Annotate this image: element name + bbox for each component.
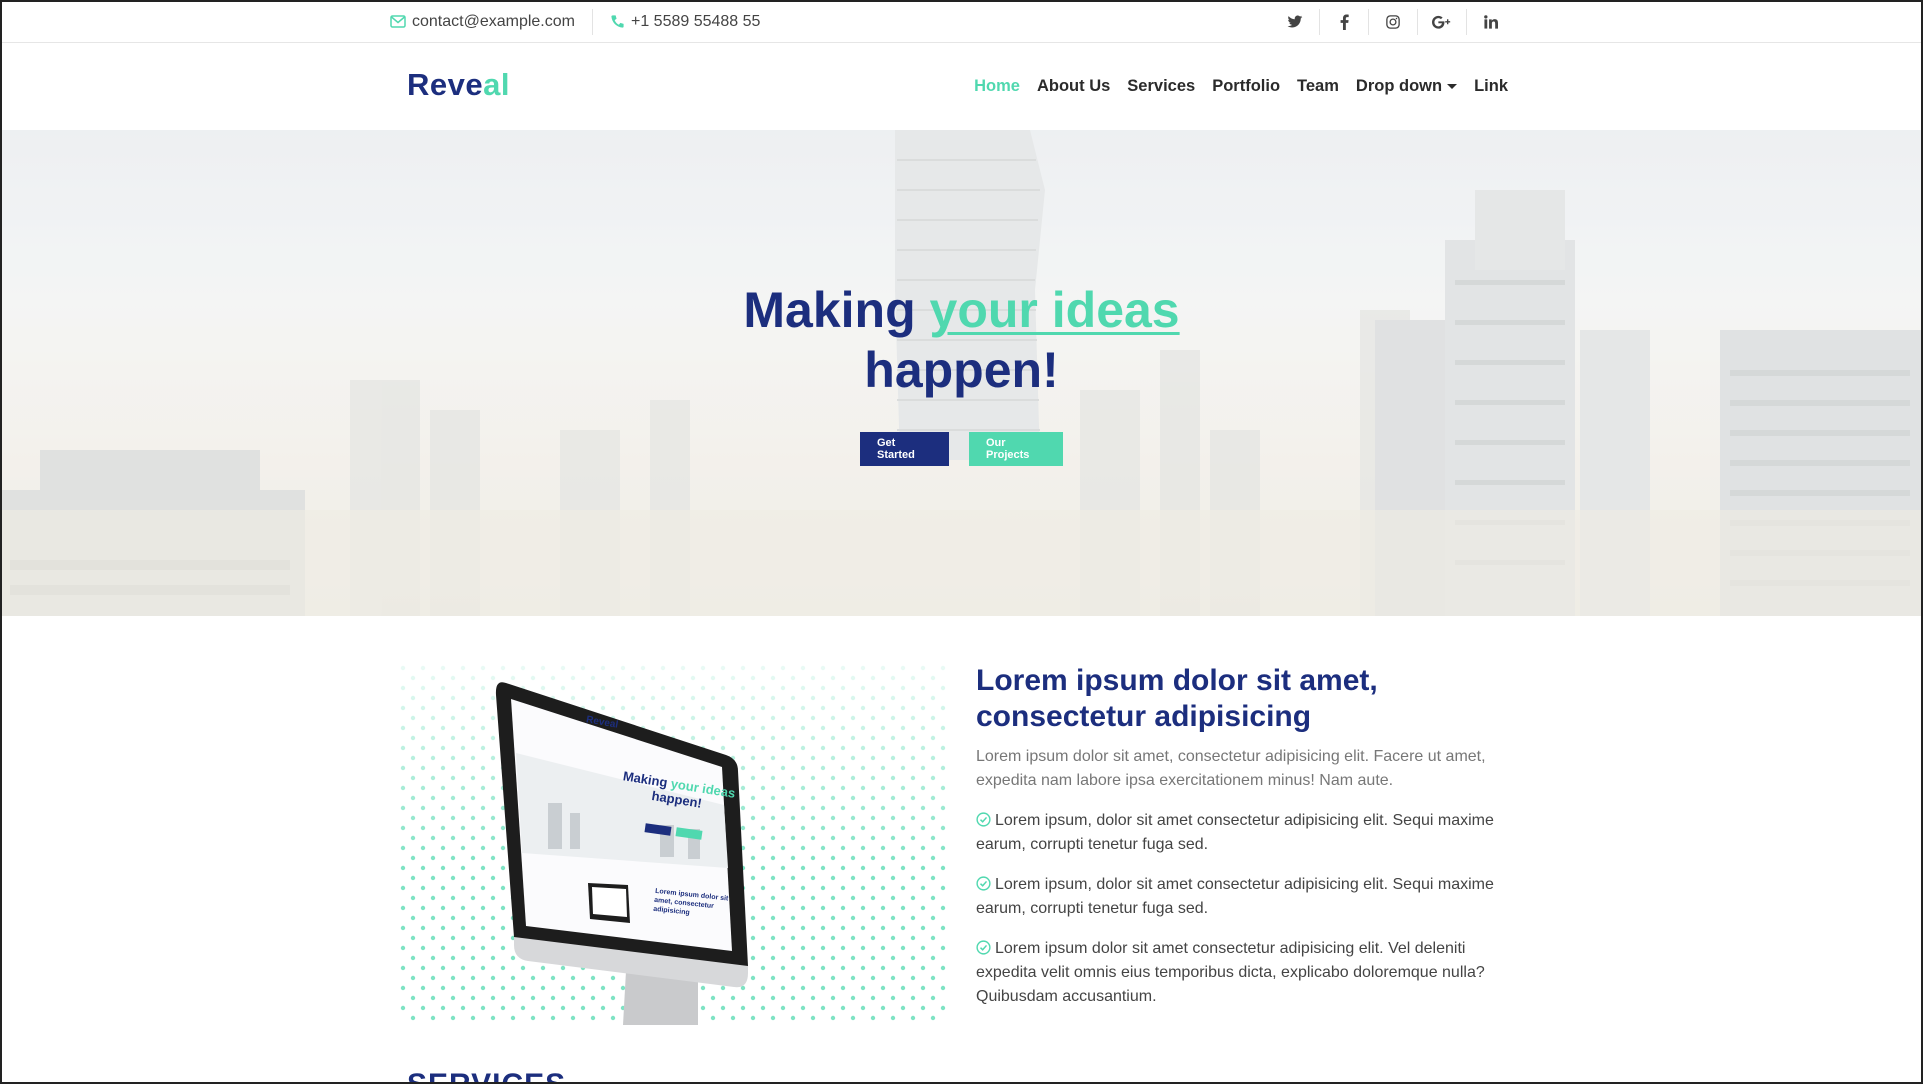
divider	[591, 8, 593, 35]
about-lead: Lorem ipsum dolor sit amet, consectetur …	[976, 748, 1486, 789]
services-heading: SERVICES	[407, 1068, 566, 1084]
hero-section: Making your ideas happen! Get Started Ou…	[0, 130, 1923, 616]
email-contact[interactable]: contact@example.com	[390, 13, 575, 31]
facebook-icon[interactable]	[1319, 8, 1368, 35]
list-item: Lorem ipsum dolor sit amet consectetur a…	[976, 937, 1506, 1009]
nav-home[interactable]: Home	[974, 77, 1020, 96]
about-feature-list: Lorem ipsum, dolor sit amet consectetur …	[976, 809, 1506, 1009]
nav-portfolio[interactable]: Portfolio	[1212, 77, 1280, 96]
nav-team[interactable]: Team	[1297, 77, 1339, 96]
list-item-text: Lorem ipsum, dolor sit amet consectetur …	[976, 812, 1494, 853]
envelope-icon	[390, 15, 406, 28]
check-circle-icon	[976, 940, 991, 955]
get-started-button[interactable]: Get Started	[860, 432, 949, 466]
list-item-text: Lorem ipsum dolor sit amet consectetur a…	[976, 940, 1485, 1005]
social-links	[1270, 0, 1515, 43]
twitter-icon[interactable]	[1270, 9, 1319, 35]
about-title: Lorem ipsum dolor sit amet, consectetur …	[976, 664, 1378, 733]
logo-main: Reve	[407, 67, 484, 102]
caret-down-icon	[1447, 84, 1458, 89]
nav-services[interactable]: Services	[1127, 77, 1195, 96]
nav-link[interactable]: Link	[1474, 77, 1508, 96]
site-logo[interactable]: Reveal	[407, 67, 510, 103]
site-header: Reveal Home About Us Services Portfolio …	[0, 43, 1923, 130]
phone-contact[interactable]: +1 5589 55488 55	[610, 13, 760, 31]
list-item-text: Lorem ipsum, dolor sit amet consectetur …	[976, 876, 1494, 917]
about-image: Reveal Making your ideas happen! Lorem i…	[398, 663, 950, 1025]
hero-buttons: Get Started Our Projects	[0, 432, 1923, 466]
about-content: Lorem ipsum dolor sit amet, consectetur …	[976, 663, 1506, 1025]
linkedin-icon[interactable]	[1466, 8, 1515, 35]
phone-text: +1 5589 55488 55	[630, 12, 761, 30]
list-item: Lorem ipsum, dolor sit amet consectetur …	[976, 809, 1506, 857]
phone-icon	[611, 15, 624, 28]
our-projects-button[interactable]: Our Projects	[969, 432, 1063, 466]
main-nav: Home About Us Services Portfolio Team Dr…	[957, 43, 1508, 130]
nav-dropdown-label: Drop down	[1355, 77, 1443, 95]
check-circle-icon	[976, 876, 991, 891]
hero-title-part1: Making	[743, 282, 930, 338]
logo-accent: al	[483, 67, 510, 102]
hero-title-highlight: your ideas	[929, 282, 1180, 338]
nav-dropdown[interactable]: Drop down	[1355, 77, 1458, 96]
google-plus-icon[interactable]	[1417, 8, 1466, 35]
top-bar: contact@example.com +1 5589 55488 55	[0, 0, 1923, 43]
nav-about[interactable]: About Us	[1037, 77, 1110, 96]
hero-title-part2: happen!	[864, 342, 1059, 398]
hero-title: Making your ideas happen!	[0, 280, 1923, 400]
list-item: Lorem ipsum, dolor sit amet consectetur …	[976, 873, 1506, 921]
email-text: contact@example.com	[412, 12, 575, 30]
contact-info: contact@example.com +1 5589 55488 55	[390, 0, 760, 43]
check-circle-icon	[976, 812, 991, 827]
instagram-icon[interactable]	[1368, 8, 1417, 35]
